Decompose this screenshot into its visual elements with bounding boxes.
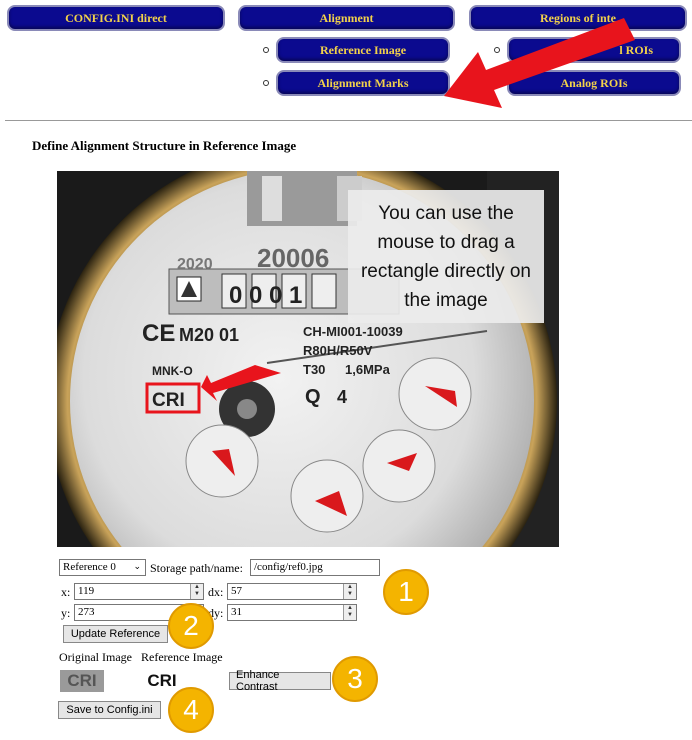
reference-image-canvas[interactable]: 2020 20006 0 0 0 1 CE M20 01 CH-MI001-10… (57, 171, 559, 547)
reference-image-label: Reference Image (141, 650, 223, 664)
svg-text:Q: Q (305, 386, 321, 408)
svg-text:20006: 20006 (257, 243, 329, 273)
reference-thumb-text: CRI (147, 671, 177, 690)
svg-text:CH-MI001-10039: CH-MI001-10039 (303, 324, 403, 339)
svg-text:T30: T30 (303, 362, 325, 377)
step-badge-2: 2 (168, 603, 214, 649)
spin-icon[interactable]: ▲▼ (343, 605, 356, 620)
svg-text:0 0 0 1: 0 0 0 1 (229, 282, 302, 309)
dy-input[interactable]: 31 ▲ ▼ (227, 604, 357, 621)
reference-select[interactable]: Reference 0 ⌄ (59, 559, 146, 576)
dx-value: 57 (231, 585, 242, 597)
svg-text:CRI: CRI (152, 390, 185, 411)
original-image-thumbnail: CRI (60, 670, 104, 692)
nav-alignment[interactable]: Alignment (238, 5, 455, 31)
x-input[interactable]: 119 ▲ ▼ (74, 583, 204, 600)
svg-text:MNK-O: MNK-O (152, 364, 193, 378)
dx-label: dx: (208, 585, 224, 599)
nav-alignment-marks[interactable]: Alignment Marks (276, 70, 450, 96)
reference-select-value: Reference 0 (63, 561, 116, 573)
svg-text:4: 4 (337, 387, 347, 407)
svg-text:R80H/R50V: R80H/R50V (303, 343, 373, 358)
reference-image-thumbnail: CRI (140, 670, 184, 692)
svg-text:CE: CE (142, 320, 175, 347)
y-label: y: (61, 606, 71, 620)
dx-input[interactable]: 57 ▲ ▼ (227, 583, 357, 600)
update-reference-button[interactable]: Update Reference (63, 625, 168, 643)
save-config-button[interactable]: Save to Config.ini (58, 701, 161, 719)
bullet (263, 80, 269, 86)
svg-text:1,6MPa: 1,6MPa (345, 362, 391, 377)
dy-value: 31 (231, 606, 242, 618)
storage-label: Storage path/name: (150, 561, 243, 575)
step-badge-1: 1 (383, 569, 429, 615)
spin-icon[interactable]: ▲▼ (343, 584, 356, 599)
x-value: 119 (78, 585, 95, 597)
svg-text:M20 01: M20 01 (179, 325, 239, 345)
drag-hint-text: You can use the mouse to drag a rectangl… (360, 202, 532, 311)
nav-reference-image[interactable]: Reference Image (276, 37, 450, 63)
storage-path-input[interactable]: /config/ref0.jpg (250, 559, 380, 576)
y-value: 273 (78, 606, 95, 618)
drag-hint-tooltip: You can use the mouse to drag a rectangl… (348, 190, 544, 323)
enhance-contrast-button[interactable]: Enhance Contrast (229, 669, 331, 693)
svg-text:2020: 2020 (177, 256, 213, 273)
nav-config-ini-direct[interactable]: CONFIG.INI direct (7, 5, 225, 31)
chevron-down-icon: ⌄ (133, 561, 141, 571)
original-thumb-text: CRI (67, 671, 97, 690)
x-label: x: (61, 585, 71, 599)
step-badge-4: 4 (168, 687, 214, 733)
divider (5, 120, 692, 121)
bullet (263, 47, 269, 53)
spin-icon[interactable]: ▲▼ (190, 584, 203, 599)
original-image-label: Original Image (59, 650, 132, 664)
page-title: Define Alignment Structure in Reference … (32, 138, 297, 153)
step-badge-3: 3 (332, 656, 378, 702)
annotation-arrow-icon (444, 18, 635, 108)
